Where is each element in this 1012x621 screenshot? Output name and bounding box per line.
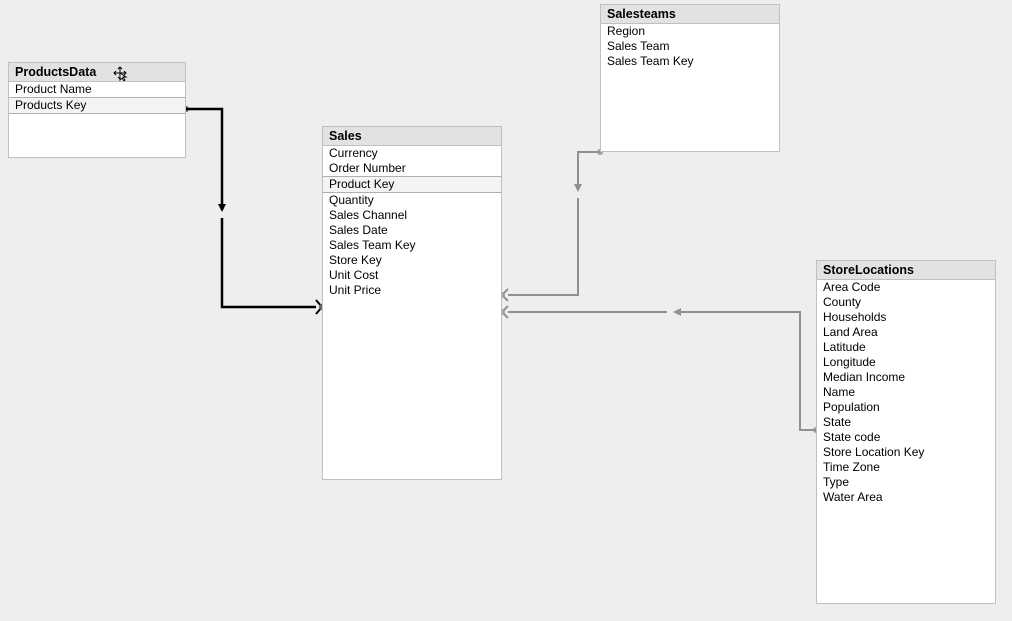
- table-title[interactable]: StoreLocations: [817, 261, 995, 280]
- table-title[interactable]: Salesteams: [601, 5, 779, 24]
- field-list: Area Code County Households Land Area La…: [817, 280, 995, 507]
- table-title[interactable]: ProductsData: [9, 63, 185, 82]
- field-item[interactable]: Type: [817, 475, 995, 490]
- field-item[interactable]: State: [817, 415, 995, 430]
- table-salesteams[interactable]: Salesteams Region Sales Team Sales Team …: [600, 4, 780, 152]
- field-item[interactable]: Quantity: [323, 193, 501, 208]
- field-item[interactable]: Products Key: [9, 97, 185, 114]
- field-item[interactable]: Longitude: [817, 355, 995, 370]
- field-item[interactable]: Product Key: [323, 176, 501, 193]
- table-productsdata[interactable]: ProductsData Product Name Products Key: [8, 62, 186, 158]
- field-item[interactable]: County: [817, 295, 995, 310]
- table-sales[interactable]: Sales Currency Order Number Product Key …: [322, 126, 502, 480]
- field-item[interactable]: Currency: [323, 146, 501, 161]
- field-item[interactable]: Sales Channel: [323, 208, 501, 223]
- field-item[interactable]: Unit Cost: [323, 268, 501, 283]
- field-list: Currency Order Number Product Key Quanti…: [323, 146, 501, 300]
- field-item[interactable]: Population: [817, 400, 995, 415]
- field-item[interactable]: Sales Team Key: [323, 238, 501, 253]
- field-item[interactable]: Unit Price: [323, 283, 501, 298]
- field-list: Product Name Products Key: [9, 82, 185, 116]
- field-item[interactable]: Time Zone: [817, 460, 995, 475]
- table-title[interactable]: Sales: [323, 127, 501, 146]
- field-item[interactable]: Name: [817, 385, 995, 400]
- field-item[interactable]: Product Name: [9, 82, 185, 97]
- field-item[interactable]: Sales Team: [601, 39, 779, 54]
- field-item[interactable]: Order Number: [323, 161, 501, 176]
- field-item[interactable]: Store Location Key: [817, 445, 995, 460]
- field-item[interactable]: Sales Team Key: [601, 54, 779, 69]
- field-item[interactable]: Households: [817, 310, 995, 325]
- field-item[interactable]: Median Income: [817, 370, 995, 385]
- field-list: Region Sales Team Sales Team Key: [601, 24, 779, 71]
- field-item[interactable]: Water Area: [817, 490, 995, 505]
- field-item[interactable]: Sales Date: [323, 223, 501, 238]
- field-item[interactable]: Latitude: [817, 340, 995, 355]
- field-item[interactable]: Area Code: [817, 280, 995, 295]
- field-item[interactable]: Land Area: [817, 325, 995, 340]
- field-item[interactable]: Store Key: [323, 253, 501, 268]
- field-item[interactable]: State code: [817, 430, 995, 445]
- field-item[interactable]: Region: [601, 24, 779, 39]
- table-storelocations[interactable]: StoreLocations Area Code County Househol…: [816, 260, 996, 604]
